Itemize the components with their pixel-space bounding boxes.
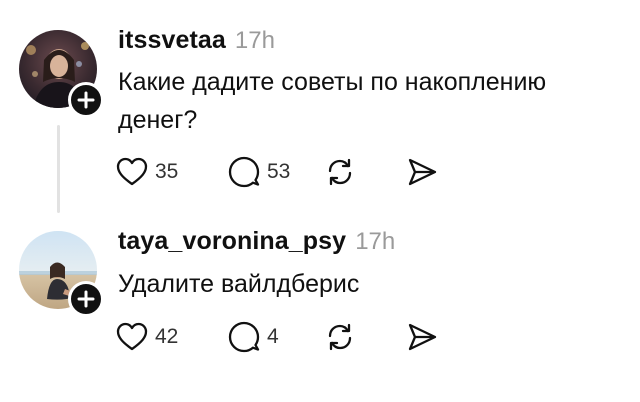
reply-button[interactable]: 53 xyxy=(228,156,324,188)
send-icon xyxy=(408,323,437,351)
post-text: Какие дадите советы по накоплению денег? xyxy=(118,68,547,134)
action-bar: 35 53 xyxy=(116,156,438,188)
like-button[interactable]: 42 xyxy=(116,322,228,352)
post-meta: itssvetaa 17h xyxy=(118,26,275,55)
timestamp: 17h xyxy=(234,27,275,54)
repost-icon xyxy=(328,323,352,351)
repost-button[interactable] xyxy=(324,156,406,188)
reply-button[interactable]: 4 xyxy=(228,321,324,353)
like-button[interactable]: 35 xyxy=(116,157,228,187)
thread-line xyxy=(57,125,60,213)
action-bar: 42 4 xyxy=(116,321,438,353)
post-text: Удалите вайлдберис xyxy=(118,270,360,298)
share-button[interactable] xyxy=(406,322,438,352)
username[interactable]: taya_voronina_psy xyxy=(118,227,346,256)
repost-button[interactable] xyxy=(324,321,406,353)
post-item: taya_voronina_psy 17h Удалите вайлдберис… xyxy=(0,215,640,402)
follow-button[interactable] xyxy=(68,82,104,118)
post-meta: taya_voronina_psy 17h xyxy=(118,227,395,256)
comment-icon xyxy=(228,321,260,353)
comment-icon xyxy=(228,156,260,188)
post-item: itssvetaa 17h Какие дадите советы по нак… xyxy=(0,0,640,215)
send-icon xyxy=(408,158,437,186)
plus-icon xyxy=(77,91,95,109)
plus-icon xyxy=(77,290,95,308)
follow-button[interactable] xyxy=(68,281,104,317)
reply-count: 4 xyxy=(267,325,279,348)
heart-icon xyxy=(116,322,148,351)
like-count: 42 xyxy=(155,325,179,348)
reply-count: 53 xyxy=(267,160,291,183)
username[interactable]: itssvetaa xyxy=(118,26,226,55)
heart-icon xyxy=(116,157,148,186)
like-count: 35 xyxy=(155,160,179,183)
repost-icon xyxy=(328,158,352,186)
share-button[interactable] xyxy=(406,157,438,187)
timestamp: 17h xyxy=(355,228,396,255)
